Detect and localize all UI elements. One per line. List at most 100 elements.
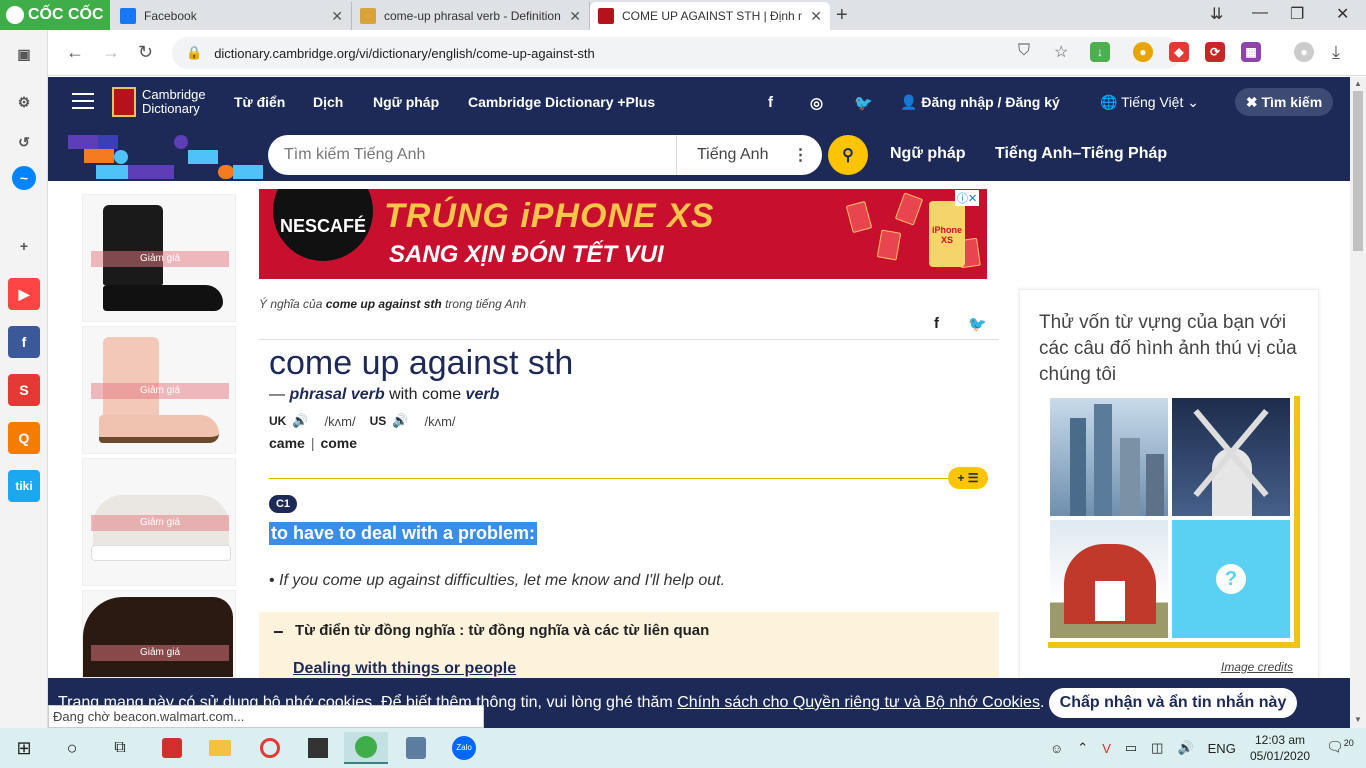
messenger-icon[interactable]: ~ bbox=[12, 166, 36, 190]
shoe-ad[interactable]: Giảm giá bbox=[82, 326, 236, 454]
pos-label[interactable]: phrasal verb bbox=[289, 386, 384, 403]
search-toggle-button[interactable]: ✖ Tìm kiếm bbox=[1235, 88, 1333, 116]
system-clock[interactable]: 12:03 am 05/01/2020 bbox=[1250, 732, 1310, 764]
share-twitter-icon[interactable]: 🐦 bbox=[968, 315, 987, 333]
windmill-image[interactable] bbox=[1172, 398, 1290, 516]
bookmark-star-icon[interactable]: ☆ bbox=[1054, 42, 1068, 62]
tab-facebook[interactable]: Facebook ✕ bbox=[112, 2, 352, 30]
notification-center-icon[interactable]: 🗨20 bbox=[1326, 738, 1354, 756]
scroll-up-icon[interactable]: ▲ bbox=[1354, 79, 1362, 88]
shoe-ad-column[interactable]: ⓘ ✕ Giảm giá Giảm giá Giảm giá Giảm giá bbox=[82, 194, 236, 678]
app-red-icon[interactable] bbox=[150, 732, 194, 764]
youtube-icon[interactable]: ▶ bbox=[8, 278, 40, 310]
cambridge-logo[interactable]: Cambridge Dictionary bbox=[112, 87, 206, 117]
browser-brand[interactable]: CỐC CỐC bbox=[0, 0, 110, 30]
chevron-up-icon[interactable]: ⌃ bbox=[1077, 740, 1088, 756]
scrollbar-thumb[interactable] bbox=[1353, 91, 1363, 251]
dictionary-select[interactable]: Tiếng Anh ⋮ bbox=[676, 135, 822, 175]
nescafe-banner-ad[interactable]: NESCAFÉ TRÚNG iPHONE XS SANG XỊN ĐÓN TẾT… bbox=[259, 189, 987, 279]
battery-icon[interactable]: ▭ bbox=[1125, 740, 1137, 756]
accept-cookies-button[interactable]: Chấp nhận và ẩn tin nhắn này bbox=[1049, 688, 1297, 718]
minimize-button[interactable]: — bbox=[1252, 4, 1268, 22]
barn-image[interactable] bbox=[1050, 520, 1168, 638]
tiki-icon[interactable]: tiki bbox=[8, 470, 40, 502]
extension-colors-icon[interactable]: ▦ bbox=[1241, 42, 1261, 62]
search-button[interactable]: ⚲ bbox=[828, 135, 868, 175]
close-tab-icon[interactable]: ✕ bbox=[331, 8, 343, 25]
facebook-shortcut-icon[interactable]: f bbox=[8, 326, 40, 358]
reload-icon[interactable]: ↻ bbox=[138, 42, 153, 63]
search-shortcut-icon[interactable]: Q bbox=[8, 422, 40, 454]
shield-icon[interactable]: ⛉ bbox=[1018, 42, 1030, 60]
back-icon[interactable]: ← bbox=[66, 42, 84, 63]
profile-avatar-icon[interactable]: ● bbox=[1294, 42, 1314, 62]
tab-cambridge[interactable]: COME UP AGAINST STH | Định ngh ✕ bbox=[590, 2, 830, 30]
unknown-answer-tile[interactable]: ? bbox=[1172, 520, 1290, 638]
app-viewer-icon[interactable] bbox=[394, 732, 438, 764]
shoe-ad[interactable]: Giảm giá bbox=[82, 590, 236, 678]
cortana-search-icon[interactable]: ○ bbox=[50, 732, 94, 764]
link-grammar[interactable]: Ngữ pháp bbox=[890, 145, 966, 163]
nav-plus[interactable]: Cambridge Dictionary +Plus bbox=[468, 94, 655, 110]
thesaurus-link[interactable]: Dealing with things or people bbox=[293, 660, 516, 678]
extension-shield-icon[interactable]: ◆ bbox=[1169, 42, 1189, 62]
tab-oxford[interactable]: come-up phrasal verb - Definition, ✕ bbox=[352, 2, 590, 30]
downloads-icon[interactable]: ⤓ bbox=[1332, 42, 1340, 63]
volume-icon[interactable]: 🔊 bbox=[1177, 740, 1193, 756]
windows-start-icon[interactable]: ⊞ bbox=[2, 732, 46, 764]
decor-block bbox=[233, 165, 263, 179]
skyscraper-image[interactable] bbox=[1050, 398, 1168, 516]
task-view-icon[interactable]: ⧉ bbox=[98, 732, 142, 764]
settings-icon[interactable]: ⚙ bbox=[8, 86, 40, 118]
extension-red-icon[interactable]: ⟳ bbox=[1205, 42, 1225, 62]
zalo-icon[interactable]: Zalo bbox=[442, 732, 486, 764]
app-ribbon-icon[interactable] bbox=[248, 732, 292, 764]
shoe-ad[interactable]: Giảm giá bbox=[82, 458, 236, 586]
language-selector[interactable]: 🌐 Tiếng Việt ⌄ bbox=[1100, 94, 1199, 111]
decor-block bbox=[218, 165, 234, 179]
speaker-us-icon[interactable]: 🔊 bbox=[392, 413, 408, 429]
input-language[interactable]: ENG bbox=[1208, 741, 1236, 756]
history-icon[interactable]: ↺ bbox=[8, 126, 40, 158]
collapse-icon[interactable]: − bbox=[273, 622, 284, 643]
share-facebook-icon[interactable]: f bbox=[934, 315, 939, 332]
nav-translate[interactable]: Dịch bbox=[313, 94, 343, 110]
scroll-down-icon[interactable]: ▼ bbox=[1354, 715, 1362, 724]
add-shortcut-icon[interactable]: + bbox=[8, 230, 40, 262]
link-english-french[interactable]: Tiếng Anh–Tiếng Pháp bbox=[995, 145, 1167, 163]
image-credits-link[interactable]: Image credits bbox=[1221, 660, 1293, 674]
sidebar-toggle-icon[interactable]: ▣ bbox=[8, 38, 40, 70]
twitter-icon[interactable]: 🐦 bbox=[854, 94, 873, 112]
shopee-icon[interactable]: S bbox=[8, 374, 40, 406]
extension-chrome-icon[interactable]: ● bbox=[1133, 42, 1153, 62]
privacy-policy-link[interactable]: Chính sách cho Quyền riêng tư và Bộ nhớ … bbox=[677, 694, 1040, 711]
forward-icon[interactable]: → bbox=[102, 42, 120, 63]
download-green-icon[interactable]: ↓ bbox=[1090, 42, 1110, 62]
restore-button[interactable]: ❐ bbox=[1290, 4, 1304, 24]
login-link[interactable]: 👤 Đăng nhập / Đăng ký bbox=[900, 94, 1060, 111]
people-icon[interactable]: ☺ bbox=[1050, 741, 1063, 756]
close-tab-icon[interactable]: ✕ bbox=[569, 8, 581, 25]
address-bar[interactable]: 🔒 dictionary.cambridge.org/vi/dictionary… bbox=[172, 37, 1182, 69]
nav-grammar[interactable]: Ngữ pháp bbox=[373, 94, 439, 110]
speaker-uk-icon[interactable]: 🔊 bbox=[292, 413, 308, 429]
facebook-social-icon[interactable]: f bbox=[768, 94, 773, 111]
app-sticky-icon[interactable] bbox=[296, 732, 340, 764]
hamburger-menu-icon[interactable] bbox=[72, 93, 94, 111]
tab-search-icon[interactable]: ⇊ bbox=[1210, 4, 1223, 24]
new-tab-button[interactable]: + bbox=[836, 4, 848, 27]
network-icon[interactable]: ◫ bbox=[1151, 740, 1163, 756]
ad-close-icon[interactable]: ⓘ✕ bbox=[955, 190, 980, 206]
instagram-icon[interactable]: ◎ bbox=[810, 94, 823, 112]
app-tray-icon[interactable]: V bbox=[1102, 741, 1111, 756]
shoe-ad[interactable]: Giảm giá bbox=[82, 194, 236, 322]
verb-label[interactable]: verb bbox=[466, 386, 500, 403]
close-window-button[interactable]: ✕ bbox=[1336, 4, 1349, 24]
search-input[interactable] bbox=[268, 135, 676, 175]
vertical-scrollbar[interactable]: ▲ ▼ bbox=[1350, 77, 1366, 728]
coccoc-taskbar-icon[interactable] bbox=[344, 732, 388, 764]
close-tab-icon[interactable]: ✕ bbox=[810, 8, 822, 25]
word-list-add-button[interactable]: + ☰ bbox=[948, 467, 988, 489]
nav-dictionary[interactable]: Từ điển bbox=[234, 94, 285, 110]
file-explorer-icon[interactable] bbox=[198, 732, 242, 764]
